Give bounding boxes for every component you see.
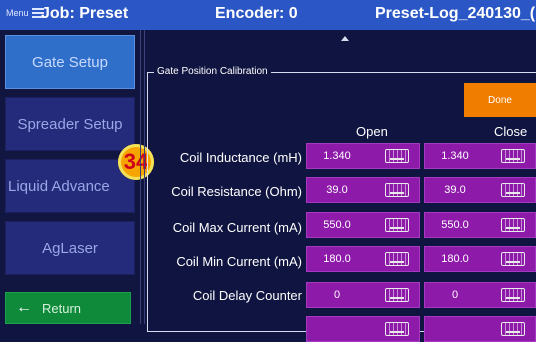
row-label: Coil Delay Counter <box>192 288 302 303</box>
field-value: 1.340 <box>441 150 469 162</box>
keyboard-icon[interactable] <box>501 288 525 302</box>
keyboard-icon[interactable] <box>385 183 409 197</box>
field-value: 180.0 <box>441 253 469 265</box>
keyboard-icon[interactable] <box>501 252 525 266</box>
row-label: Coil Min Current (mA) <box>176 254 302 269</box>
divider <box>144 30 145 324</box>
arrow-left-icon: ← <box>16 299 32 316</box>
keyboard-icon[interactable] <box>501 149 525 163</box>
close-value-field[interactable]: 1.340 <box>424 143 536 169</box>
return-button[interactable]: ← Return <box>5 292 131 324</box>
keyboard-icon[interactable] <box>501 183 525 197</box>
job-title: Job: Preset <box>41 5 129 22</box>
open-value-field[interactable]: 1.340 <box>306 143 420 169</box>
return-label: Return <box>42 300 82 316</box>
open-value-field[interactable]: 550.0 <box>306 212 420 238</box>
keyboard-icon[interactable] <box>501 218 525 232</box>
sidebar-item-aglaser[interactable]: AgLaser <box>5 221 135 275</box>
divider <box>140 30 141 324</box>
field-value: 550.0 <box>323 219 351 231</box>
open-value-field[interactable] <box>306 316 420 342</box>
row-label: Coil Resistance (Ohm) <box>171 184 302 199</box>
keyboard-icon[interactable] <box>385 252 409 266</box>
keyboard-icon[interactable] <box>385 288 409 302</box>
field-value <box>307 317 367 341</box>
sidebar-item-gate-setup[interactable]: Gate Setup <box>5 35 135 89</box>
field-value: 1.340 <box>323 150 351 162</box>
row-label: Coil Inductance (mH) <box>179 150 302 165</box>
group-title: Gate Position Calibration <box>154 66 271 77</box>
close-value-field[interactable] <box>424 316 536 342</box>
keyboard-icon[interactable] <box>385 149 409 163</box>
column-header-close: Close <box>494 124 528 139</box>
field-value: 0 <box>451 289 459 301</box>
encoder-readout: Encoder: 0 <box>215 5 298 22</box>
preset-log-name: Preset-Log_240130_( <box>375 5 536 22</box>
close-value-field[interactable]: 550.0 <box>424 212 536 238</box>
close-value-field[interactable]: 180.0 <box>424 246 536 272</box>
field-value: 39.0 <box>444 184 466 196</box>
top-bar: Menu Job: Preset Encoder: 0 Preset-Log_2… <box>0 0 536 30</box>
field-value: 550.0 <box>441 219 469 231</box>
done-button[interactable]: Done <box>464 83 536 117</box>
close-value-field[interactable]: 39.0 <box>424 177 536 203</box>
open-value-field[interactable]: 0 <box>306 282 420 308</box>
open-value-field[interactable]: 180.0 <box>306 246 420 272</box>
field-value: 39.0 <box>326 184 348 196</box>
column-header-open: Open <box>356 124 388 139</box>
sidebar-item-spreader-setup[interactable]: Spreader Setup <box>5 97 135 151</box>
menu-button[interactable]: Menu <box>6 6 44 20</box>
close-value-field[interactable]: 0 <box>424 282 536 308</box>
field-value: 0 <box>333 289 341 301</box>
field-value: 180.0 <box>323 253 351 265</box>
keyboard-icon[interactable] <box>501 322 525 336</box>
row-label: Coil Max Current (mA) <box>172 220 302 235</box>
menu-label: Menu <box>6 8 29 18</box>
field-value <box>425 317 485 341</box>
keyboard-icon[interactable] <box>385 218 409 232</box>
sidebar-item-liquid-advance[interactable]: Liquid Advance <box>5 159 135 213</box>
keyboard-icon[interactable] <box>385 322 409 336</box>
open-value-field[interactable]: 39.0 <box>306 177 420 203</box>
scroll-up-icon[interactable] <box>341 36 349 41</box>
